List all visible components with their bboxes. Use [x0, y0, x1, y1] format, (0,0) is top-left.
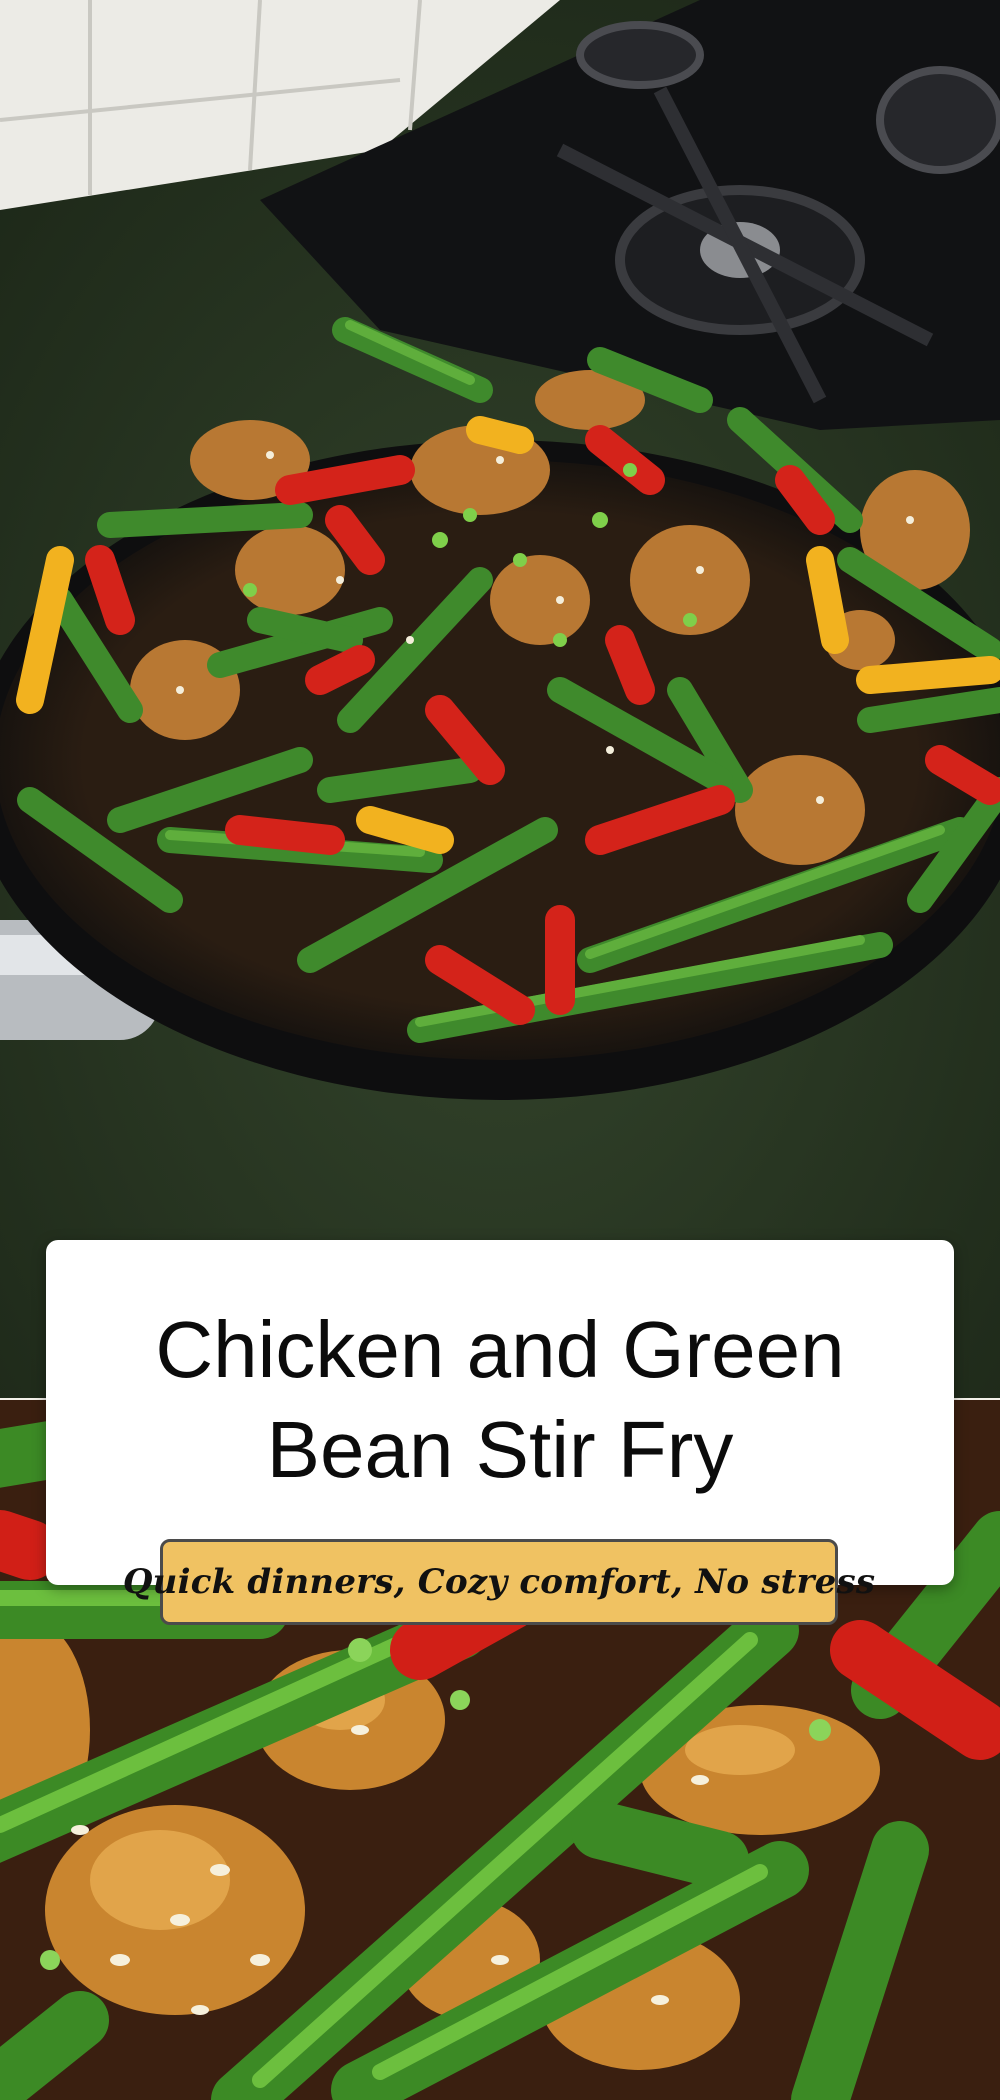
stir-fry-skillet-photo	[0, 0, 1000, 1400]
skillet-illustration	[0, 0, 1000, 1400]
tagline-badge: Quick dinners, Cozy comfort, No stress	[123, 1539, 875, 1625]
recipe-title: Chicken and Green Bean Stir Fry	[155, 1305, 845, 1494]
recipe-title-card: Chicken and Green Bean Stir Fry	[46, 1240, 954, 1585]
tagline-text: Quick dinners, Cozy comfort, No stress	[122, 1562, 876, 1602]
